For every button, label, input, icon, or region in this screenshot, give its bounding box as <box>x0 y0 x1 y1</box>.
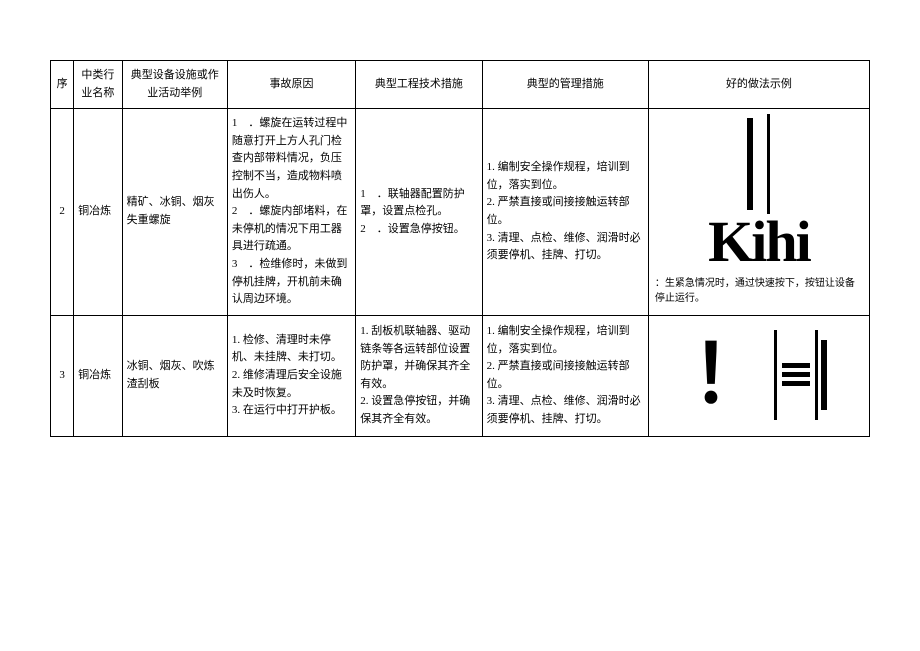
demo-graphic-composite: ！ <box>651 320 867 430</box>
header-tech: 典型工程技术措施 <box>356 61 482 109</box>
demo-caption <box>651 430 867 432</box>
cell-equipment: 精矿、冰铜、烟灰失重螺旋 <box>122 109 227 316</box>
header-seq: 序 <box>51 61 74 109</box>
safety-table: 序 中类行业名称 典型设备设施或作业活动举例 事故原因 典型工程技术措施 典型的… <box>50 60 870 437</box>
demo-caption: ：生紧急情况时，通过快速按下，按钮让设备停止运行。 <box>651 274 867 306</box>
cell-demo: Kihi ：生紧急情况时，通过快速按下，按钮让设备停止运行。 <box>648 109 869 316</box>
header-demo: 好的做法示例 <box>648 61 869 109</box>
header-mgmt: 典型的管理措施 <box>482 61 648 109</box>
cell-demo: ！ <box>648 315 869 436</box>
cell-mgmt: 1. 编制安全操作规程，培训到位，落实到位。2. 严禁直接或间接接触运转部位。3… <box>482 109 648 316</box>
demo-glyph: Kihi <box>651 216 867 268</box>
cell-tech: 1 ．联轴器配置防护罩，设置点检孔。2 ．设置急停按钮。 <box>356 109 482 316</box>
table-row: 2 铜冶炼 精矿、冰铜、烟灰失重螺旋 1 ．螺旋在运转过程中随意打开上方人孔门检… <box>51 109 870 316</box>
tri-bars-icon <box>782 345 810 405</box>
exclaim-icon: ！ <box>691 339 771 411</box>
cell-mgmt: 1. 编制安全操作规程，培训到位，落实到位。2. 严禁直接或间接接触运转部位。3… <box>482 315 648 436</box>
header-cause: 事故原因 <box>227 61 355 109</box>
cell-cause: 1. 检修、清理时未停机、未挂牌、未打切。2. 维修清理后安全设施未及时恢复。3… <box>227 315 355 436</box>
cell-tech: 1. 刮板机联轴器、驱动链条等各运转部位设置防护罩，并确保其齐全有效。2. 设置… <box>356 315 482 436</box>
table-header-row: 序 中类行业名称 典型设备设施或作业活动举例 事故原因 典型工程技术措施 典型的… <box>51 61 870 109</box>
cell-industry: 铜冶炼 <box>74 315 122 436</box>
table-row: 3 铜冶炼 冰铜、烟灰、吹炼渣刮板 1. 检修、清理时未停机、未挂牌、未打切。2… <box>51 315 870 436</box>
demo-graphic-bars <box>651 118 867 210</box>
cell-cause: 1 ．螺旋在运转过程中随意打开上方人孔门检查内部带料情况，负压控制不当，造成物料… <box>227 109 355 316</box>
cell-seq: 3 <box>51 315 74 436</box>
cell-equipment: 冰铜、烟灰、吹炼渣刮板 <box>122 315 227 436</box>
cell-industry: 铜冶炼 <box>74 109 122 316</box>
header-industry: 中类行业名称 <box>74 61 122 109</box>
header-equipment: 典型设备设施或作业活动举例 <box>122 61 227 109</box>
cell-seq: 2 <box>51 109 74 316</box>
